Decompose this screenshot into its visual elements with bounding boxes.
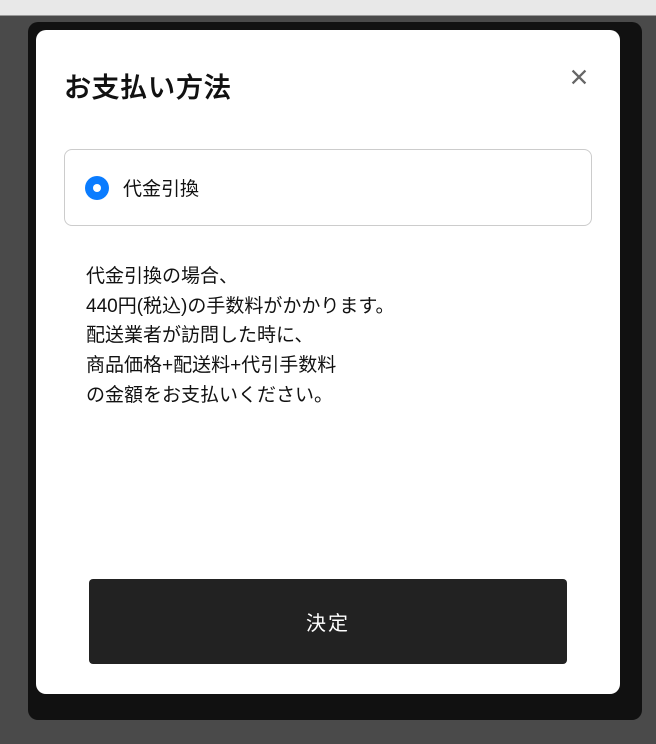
radio-selected-icon [85, 176, 109, 200]
payment-option-cod[interactable]: 代金引換 [64, 149, 592, 226]
modal-title: お支払い方法 [64, 66, 232, 105]
modal-header: お支払い方法 [64, 66, 592, 105]
submit-button[interactable]: 決定 [89, 579, 567, 664]
description-line: 商品価格+配送料+代引手数料 [86, 351, 572, 381]
payment-description: 代金引換の場合、 440円(税込)の手数料がかかります。 配送業者が訪問した時に… [64, 262, 592, 579]
description-line: の金額をお支払いください。 [86, 381, 572, 411]
close-icon [568, 66, 590, 88]
description-line: 440円(税込)の手数料がかかります。 [86, 292, 572, 322]
close-button[interactable] [566, 64, 592, 90]
payment-method-modal: お支払い方法 代金引換 代金引換の場合、 440円(税込)の手数料がかかります。… [36, 30, 620, 694]
radio-inner-dot [93, 184, 101, 192]
description-line: 配送業者が訪問した時に、 [86, 321, 572, 351]
description-line: 代金引換の場合、 [86, 262, 572, 292]
payment-option-label: 代金引換 [123, 174, 199, 201]
page-background [0, 0, 656, 16]
